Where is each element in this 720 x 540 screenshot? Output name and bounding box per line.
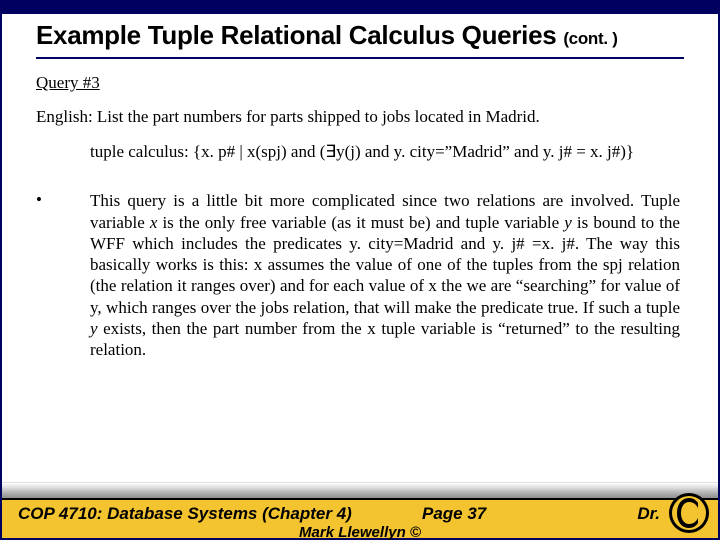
body-var-y2: y [90,319,98,338]
slide-content: Example Tuple Relational Calculus Querie… [2,14,718,360]
english-line: English: List the part numbers for parts… [36,107,684,127]
english-text: List the part numbers for parts shipped … [97,107,540,126]
tuple-expression: {x. p# | x(spj) and (∃y(j) and y. city=”… [193,142,634,161]
footer-course: COP 4710: Database Systems (Chapter 4) [2,500,352,524]
ucf-logo-icon [668,492,710,534]
footer-instructor: Dr. [637,504,660,524]
footer-bar: COP 4710: Database Systems (Chapter 4) P… [2,498,718,538]
body-seg-4: exists, then the part number from the x … [90,319,680,359]
tuple-prefix: tuple calculus: [90,142,193,161]
footer-page: Page 37 [422,504,486,524]
bullet: • [36,190,90,360]
slide-title: Example Tuple Relational Calculus Querie… [36,20,684,59]
explanation-text: This query is a little bit more complica… [90,190,684,360]
english-prefix: English: [36,107,97,126]
query-label: Query #3 [36,73,684,93]
footer-author: Mark Llewellyn © [2,524,718,540]
slide: Example Tuple Relational Calculus Querie… [0,0,720,540]
explanation-row: • This query is a little bit more compli… [36,190,684,360]
title-cont: (cont. ) [563,29,617,48]
body-seg-2: is the only free variable (as it must be… [157,213,564,232]
top-accent-bar [2,2,718,14]
footer: COP 4710: Database Systems (Chapter 4) P… [2,482,718,538]
footer-gradient [2,482,718,498]
body-var-y: y [564,213,572,232]
tuple-calculus-block: tuple calculus: {x. p# | x(spj) and (∃y(… [90,141,674,162]
title-main: Example Tuple Relational Calculus Querie… [36,20,563,50]
